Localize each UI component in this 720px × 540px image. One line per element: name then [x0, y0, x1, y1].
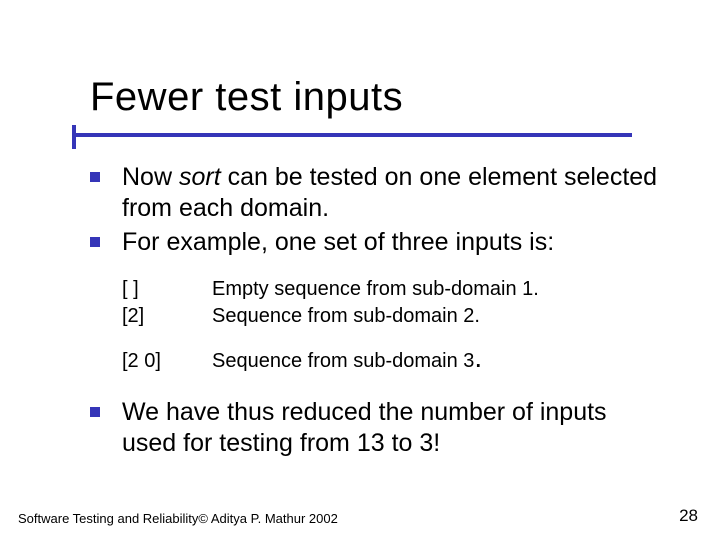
bullet-item: Now sort can be tested on one element se… — [90, 162, 660, 225]
title-tick — [72, 125, 76, 149]
example-key: [2] — [122, 303, 212, 330]
bullet-item: We have thus reduced the number of input… — [90, 397, 660, 460]
example-block: [ ] Empty sequence from sub-domain 1. [2… — [122, 276, 660, 375]
example-row: [ ] Empty sequence from sub-domain 1. — [122, 276, 660, 303]
bullet-icon — [90, 227, 122, 258]
example-val: Sequence from sub-domain 2. — [212, 303, 480, 330]
big-period: . — [474, 342, 482, 373]
text-frag: Sequence from sub-domain 3 — [212, 350, 474, 372]
slide-body: Now sort can be tested on one element se… — [90, 162, 660, 461]
example-key: [ ] — [122, 276, 212, 303]
example-row: [2 0] Sequence from sub-domain 3. — [122, 348, 660, 375]
bullet-icon — [90, 162, 122, 225]
slide-title: Fewer test inputs — [90, 75, 403, 120]
bullet-item: For example, one set of three inputs is: — [90, 227, 660, 258]
example-row: [2] Sequence from sub-domain 2. — [122, 303, 660, 330]
bullet-text: For example, one set of three inputs is: — [122, 227, 554, 258]
bullet-text: We have thus reduced the number of input… — [122, 397, 660, 460]
example-val: Sequence from sub-domain 3. — [212, 348, 482, 375]
page-number: 28 — [679, 506, 698, 526]
title-underline — [72, 133, 632, 137]
example-val: Empty sequence from sub-domain 1. — [212, 276, 539, 303]
footer-text: Software Testing and Reliability© Aditya… — [18, 511, 338, 526]
bullet-icon — [90, 397, 122, 460]
example-key: [2 0] — [122, 348, 212, 375]
bullet-text: Now sort can be tested on one element se… — [122, 162, 660, 225]
text-frag: Now — [122, 163, 179, 191]
italic-word: sort — [179, 163, 221, 191]
